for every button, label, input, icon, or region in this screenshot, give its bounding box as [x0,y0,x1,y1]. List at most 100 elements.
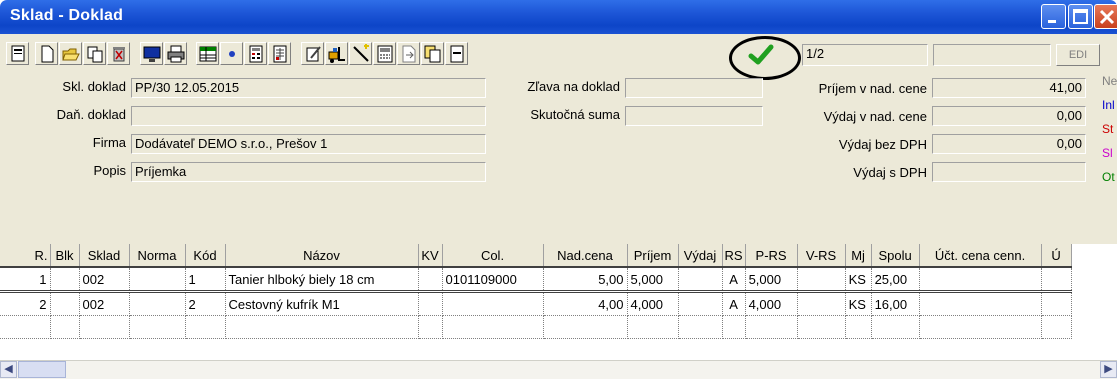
table-cell[interactable]: A [722,267,746,293]
table-cell[interactable]: KS [845,267,872,293]
table-cell[interactable] [797,267,846,293]
table-cell[interactable]: 0101109000 [442,267,544,293]
open-button[interactable] [59,42,82,65]
table-cell[interactable]: Cestovný kufrík M1 [225,291,419,316]
table-cell[interactable]: 002 [79,291,130,316]
table-cell[interactable] [543,315,628,339]
table-cell[interactable] [79,315,130,339]
table-cell[interactable] [129,267,186,293]
firma-field[interactable]: Dodávateľ DEMO s.r.o., Prešov 1 [131,134,486,154]
table-cell[interactable] [50,291,80,316]
table-cell[interactable] [745,315,798,339]
scroll-thumb[interactable] [18,361,66,378]
popis-field[interactable]: Príjemka [131,162,486,182]
table-cell[interactable] [1041,315,1072,339]
table-cell[interactable] [678,267,723,293]
table-cell[interactable] [627,315,679,339]
column-header[interactable]: Výdaj [678,244,723,268]
calc-button[interactable] [244,42,267,65]
table-cell[interactable] [418,315,443,339]
table-cell[interactable]: Tanier hlboký biely 18 cm [225,267,419,293]
monitor-button[interactable] [140,42,163,65]
dan-doklad-field[interactable] [131,106,486,126]
column-header[interactable]: Účt. cena cenn. [919,244,1042,268]
table-row[interactable] [0,315,1072,339]
table-cell[interactable] [919,315,1042,339]
table-cell[interactable]: 5,000 [627,267,679,293]
table-cell[interactable]: 5,000 [745,267,798,293]
minimize-button[interactable] [1041,4,1066,29]
table-cell[interactable]: 2 [185,291,226,316]
new-button[interactable] [35,42,58,65]
table-cell[interactable]: 4,00 [543,291,628,316]
table-cell[interactable]: 1 [185,267,226,293]
table-cell[interactable] [129,315,186,339]
column-header[interactable]: Col. [442,244,544,268]
table-cell[interactable]: 1 [0,267,51,293]
table-cell[interactable] [1041,291,1072,316]
column-header[interactable]: Kód [185,244,226,268]
table-cell[interactable] [0,315,51,339]
zlava-field[interactable] [625,78,763,98]
column-header[interactable]: KV [418,244,443,268]
edi-button[interactable]: EDI [1056,44,1100,66]
new-doc-button[interactable] [6,42,29,65]
scroll-right-button[interactable]: ▶ [1100,361,1117,378]
table-row[interactable]: 1 002 1 Tanier hlboký biely 18 cm 0101109000… [0,267,1072,293]
skl-doklad-field[interactable]: PP/30 12.05.2015 [131,78,486,98]
print-button[interactable] [164,42,187,65]
column-header[interactable]: RS [722,244,746,268]
horizontal-scrollbar[interactable]: ◀ ▶ [0,360,1117,379]
column-header[interactable]: Nad.cena [543,244,628,268]
keyboard-button[interactable] [373,42,396,65]
table-cell[interactable]: 5,00 [543,267,628,293]
table-cell[interactable] [678,291,723,316]
table-cell[interactable] [50,315,80,339]
table-cell[interactable]: 002 [79,267,130,293]
table-cell[interactable] [50,267,80,293]
page-button[interactable] [445,42,468,65]
table-cell[interactable]: KS [845,291,872,316]
table-cell[interactable] [418,267,443,293]
column-header[interactable]: Sklad [79,244,130,268]
table-cell[interactable]: 25,00 [871,267,920,293]
table-cell[interactable]: A [722,291,746,316]
column-header[interactable]: V-RS [797,244,846,268]
table-cell[interactable] [797,315,846,339]
maximize-button[interactable] [1068,4,1093,29]
table-cell[interactable]: 4,000 [627,291,679,316]
column-header[interactable]: Norma [129,244,186,268]
table-cell[interactable] [919,291,1042,316]
table-cell[interactable] [185,315,226,339]
edit-button[interactable] [301,42,324,65]
forklift-button[interactable] [325,42,348,65]
copy2-button[interactable] [421,42,444,65]
column-header[interactable]: Blk [50,244,80,268]
table-cell[interactable]: 2 [0,291,51,316]
grid-button[interactable] [268,42,291,65]
column-header[interactable]: Ú [1041,244,1072,268]
copy-button[interactable] [83,42,106,65]
doc-arrow-button[interactable] [397,42,420,65]
column-header[interactable]: Názov [225,244,419,268]
table-cell[interactable] [225,315,419,339]
column-header[interactable]: R. [0,244,51,268]
close-button[interactable] [1094,4,1117,29]
table-cell[interactable] [797,291,846,316]
table-cell[interactable] [845,315,872,339]
table-cell[interactable] [678,315,723,339]
table-cell[interactable]: 16,00 [871,291,920,316]
table-button[interactable] [196,42,219,65]
column-header[interactable]: Spolu [871,244,920,268]
column-header[interactable]: Mj [845,244,872,268]
column-header[interactable]: Príjem [627,244,679,268]
dot-button[interactable] [220,42,243,65]
delete-button[interactable] [107,42,130,65]
table-cell[interactable] [418,291,443,316]
table-row[interactable]: 2 002 2 Cestovný kufrík M1 4,00 4,000 A 4,000 KS… [0,291,1072,316]
table-cell[interactable] [442,291,544,316]
scroll-left-button[interactable]: ◀ [0,361,17,378]
table-cell[interactable] [129,291,186,316]
table-cell[interactable] [442,315,544,339]
skutocna-field[interactable] [625,106,763,126]
